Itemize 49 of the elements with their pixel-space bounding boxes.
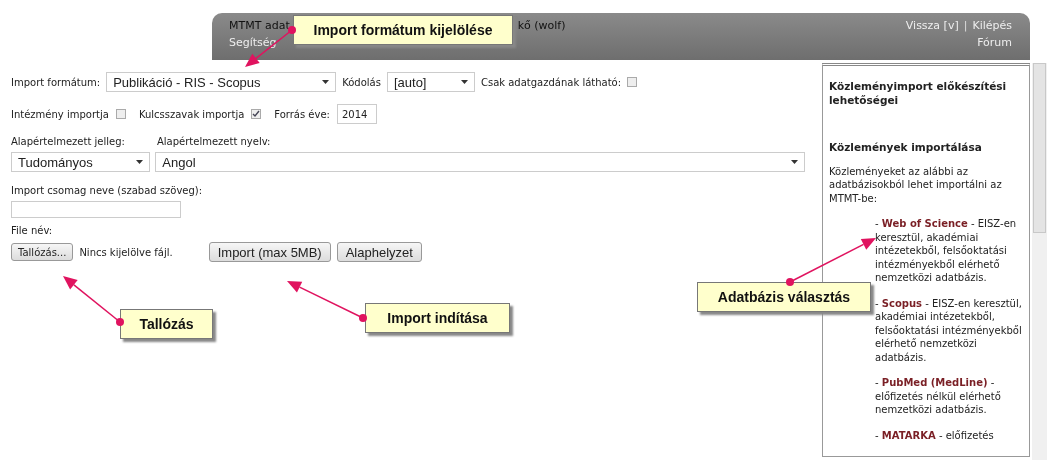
link-separator: | <box>963 19 968 32</box>
dropdown-caret-icon <box>791 160 798 164</box>
callout-label: Adatbázis választás <box>697 282 871 312</box>
callout-label: Import indítása <box>365 303 510 333</box>
database-link[interactable]: Web of Science <box>881 218 968 229</box>
scrollbar[interactable] <box>1032 63 1047 460</box>
forum-link[interactable]: Fórum <box>977 36 1012 49</box>
database-link[interactable]: MATARKA <box>881 429 936 441</box>
dropdown-caret-icon <box>322 80 330 84</box>
field-label: Forrás éve: <box>274 108 330 120</box>
year-field[interactable]: 2014 <box>336 104 377 124</box>
header-user: kő (wolf) <box>517 19 566 32</box>
database-entry: - Scopus - EISZ-en keresztül, akadémiai intézetekből, felsőoktatási intézményekből elérhető nemzetközi adatbázis. <box>875 296 1023 364</box>
database-entry: - PubMed (MedLine) - előfizetés nélkül elérhető nemzetközi adatbázis. <box>875 376 1002 417</box>
database-link[interactable]: Scopus <box>881 297 923 309</box>
file-status: Nincs kijelölve fájl. <box>79 246 173 258</box>
panel-heading: Közlemények importálása <box>829 141 983 155</box>
field-label: File név: <box>11 225 54 236</box>
dropdown-caret-icon <box>136 160 144 164</box>
import-button[interactable]: Import (max 5MB) <box>208 242 331 262</box>
database-entry: - Web of Science - EISZ-en keresztül, akadémiai intézetekből, felsőoktatási intézményekből elérhető nemzetközi adatbázis. <box>875 217 1018 285</box>
field-label: Import csomag neve (szabad szöveg): <box>11 185 204 196</box>
format-select[interactable]: Publikáció - RIS - Scopus <box>106 72 337 92</box>
field-label: Alapértelmezett jelleg: <box>11 136 126 147</box>
callout-label: Tallózás <box>120 309 213 339</box>
field-label: Kódolás <box>342 76 381 88</box>
checkbox[interactable] <box>115 109 126 119</box>
panel-text: Közleményeket az alábbi az adatbázisokból lehet importálni az MTMT-be: <box>829 164 1003 205</box>
database-entry: - MATARKA - előfizetés <box>875 428 995 442</box>
encoding-select[interactable]: [auto] <box>386 72 475 92</box>
checkbox[interactable] <box>251 109 262 119</box>
panel-title: Közleményimport előkészítési lehetőségei <box>829 80 1008 107</box>
language-select[interactable]: Angol <box>155 152 805 172</box>
nav-link[interactable]: Segítség <box>229 36 277 49</box>
package-name-field[interactable] <box>11 201 181 218</box>
field-label: Kulcsszavak importja <box>138 108 245 120</box>
field-label: Alapértelmezett nyelv: <box>157 136 271 147</box>
callout-label: Import formátum kijelölése <box>293 15 513 45</box>
browse-button[interactable]: Tallózás... <box>11 243 74 261</box>
field-label: Intézmény importja <box>11 108 109 120</box>
header-title: MTMT adat <box>229 19 290 32</box>
callout-arrow <box>63 276 124 326</box>
reset-button[interactable]: Alaphelyzet <box>336 242 422 262</box>
field-label: Csak adatgazdának látható: <box>480 76 622 88</box>
dropdown-caret-icon <box>460 80 468 84</box>
type-select[interactable]: Tudományos <box>11 152 151 172</box>
checkbox[interactable] <box>627 77 638 87</box>
database-link[interactable]: PubMed (MedLine) <box>881 377 988 388</box>
field-label: Import formátum: <box>11 76 101 88</box>
